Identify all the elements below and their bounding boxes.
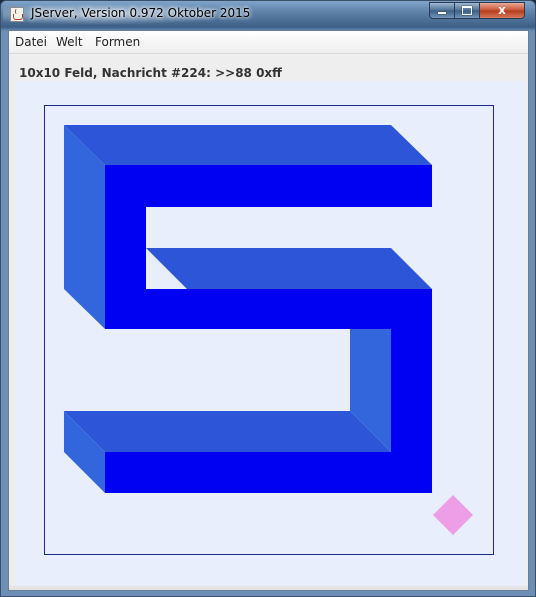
board-canvas[interactable] <box>15 81 524 586</box>
top-face-2 <box>146 248 432 289</box>
top-face-1 <box>64 125 432 165</box>
board-panel <box>15 81 524 586</box>
title-bar[interactable]: JServer, Version 0.972 Oktober 2015 x <box>1 1 535 27</box>
client-area: Datei Welt Formen 10x10 Feld, Nachricht … <box>8 30 529 591</box>
menu-datei[interactable]: Datei <box>15 35 47 49</box>
close-icon: x <box>498 3 506 17</box>
maximize-button[interactable] <box>454 2 480 19</box>
menu-formen[interactable]: Formen <box>95 35 140 49</box>
bottom-strip <box>9 586 528 590</box>
marker-diamond <box>433 495 473 535</box>
minimize-icon <box>438 12 446 14</box>
close-button[interactable]: x <box>479 2 525 19</box>
maximize-icon <box>462 6 472 15</box>
java-cup-icon[interactable] <box>10 7 24 22</box>
menu-welt[interactable]: Welt <box>56 35 83 49</box>
window-title: JServer, Version 0.972 Oktober 2015 <box>31 6 251 20</box>
menu-bar: Datei Welt Formen <box>9 31 528 54</box>
app-window: JServer, Version 0.972 Oktober 2015 x Da… <box>0 0 536 597</box>
minimize-button[interactable] <box>429 2 455 19</box>
top-face-3 <box>64 411 391 452</box>
status-message: 10x10 Feld, Nachricht #224: >>88 0xff <box>19 66 282 80</box>
